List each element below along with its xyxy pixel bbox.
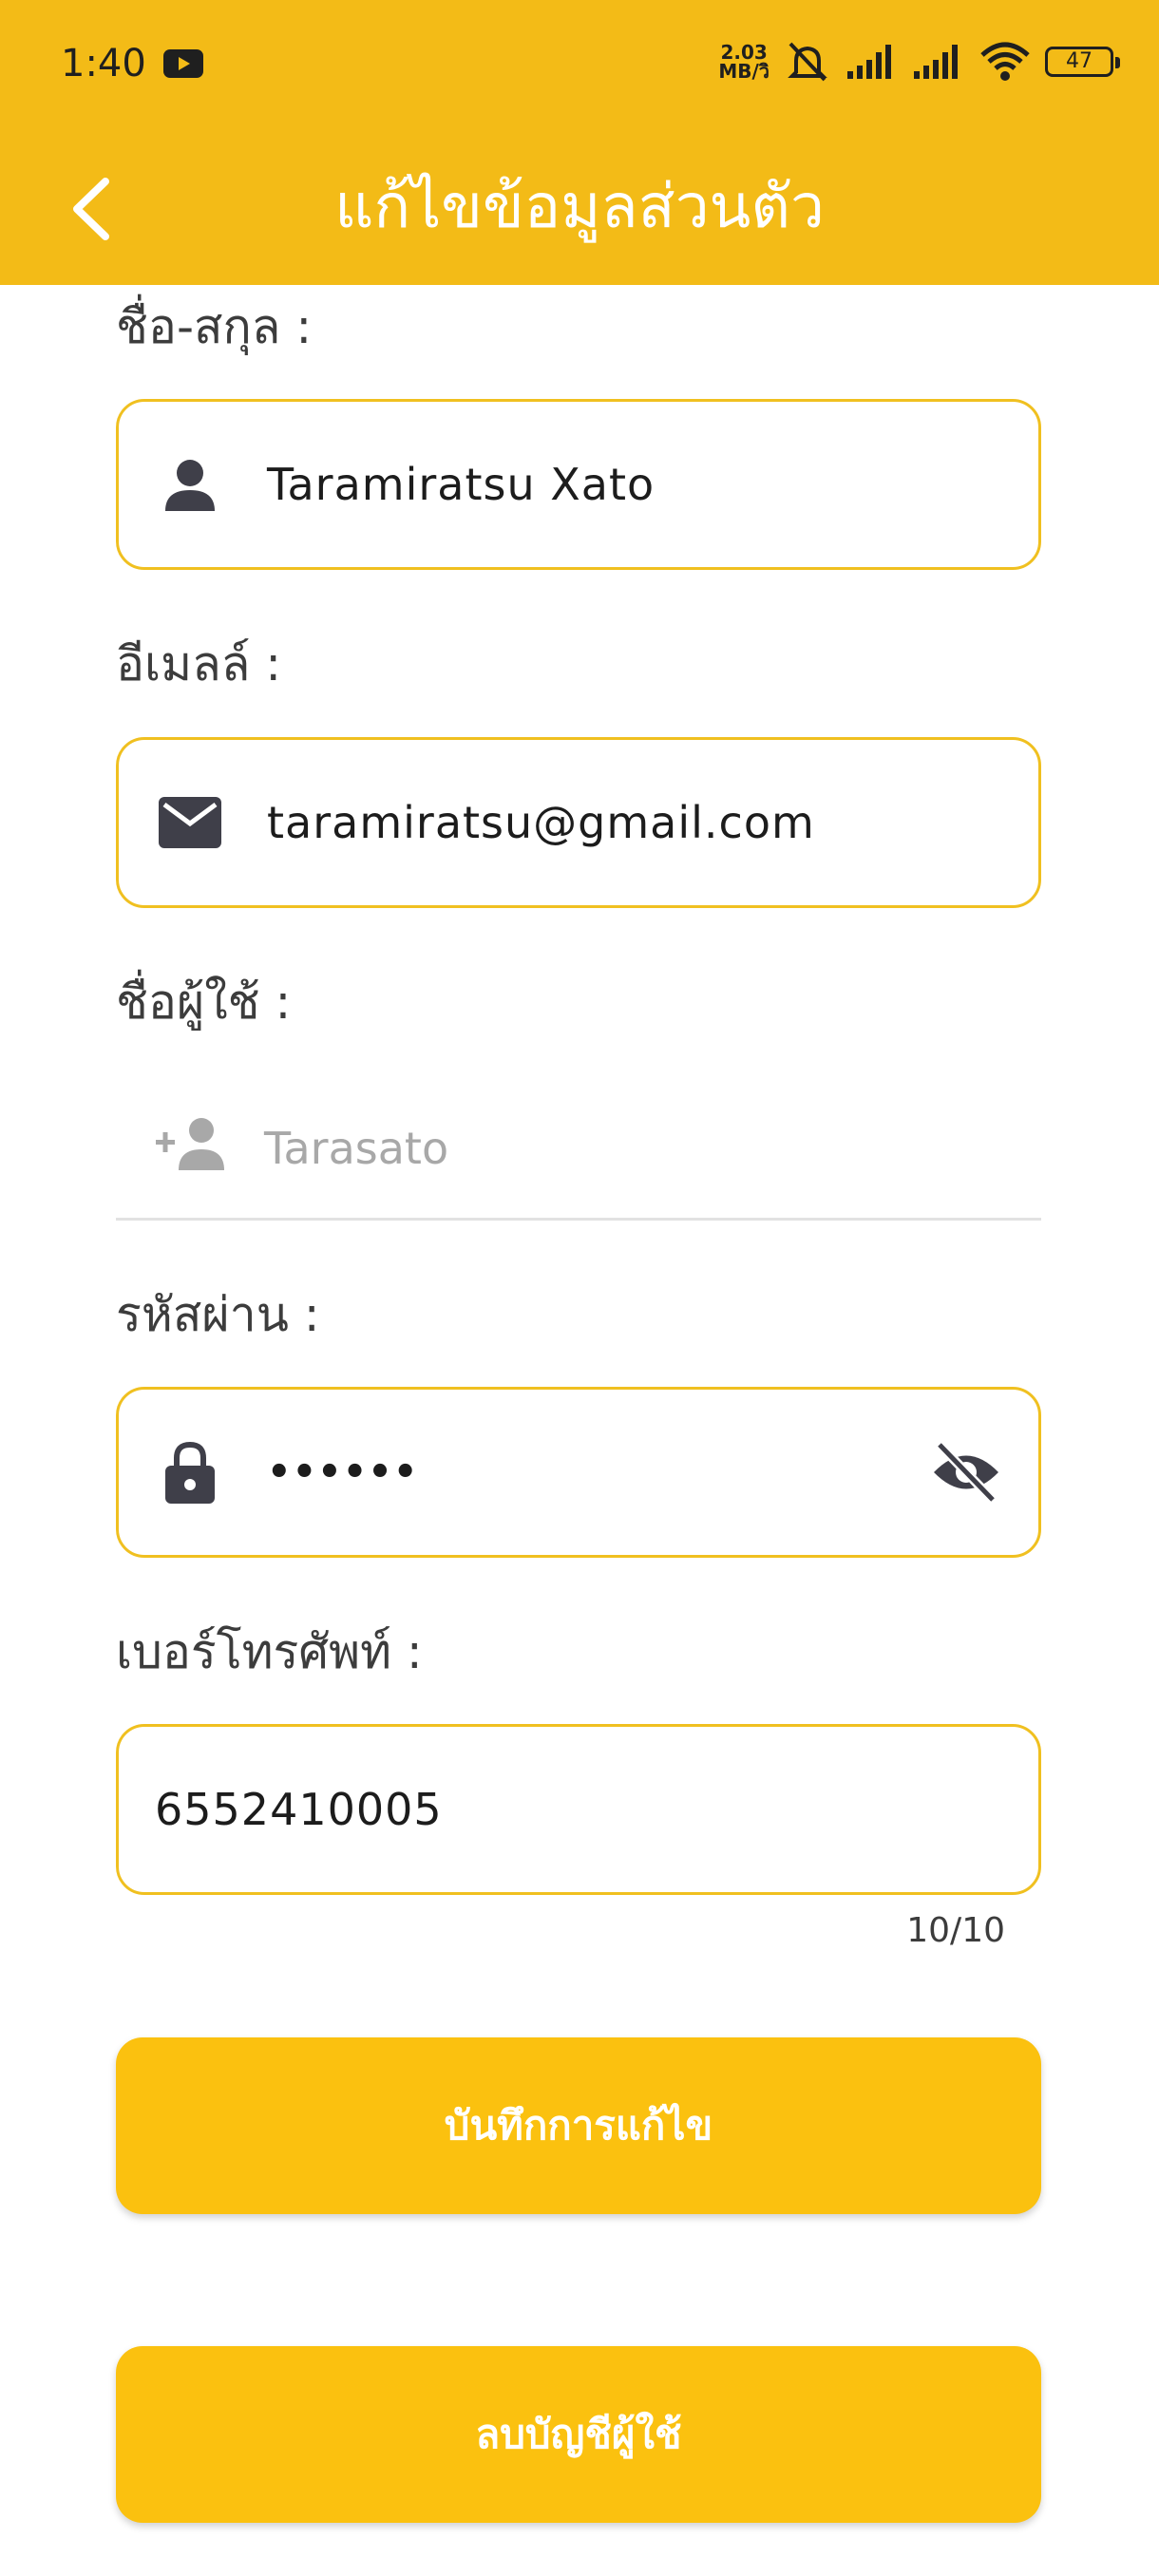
phone-value: 6552410005 — [155, 1784, 443, 1835]
lock-icon — [157, 1439, 223, 1506]
password-value: •••••• — [267, 1450, 419, 1494]
add-person-icon — [154, 1115, 230, 1182]
username-field[interactable]: Tarasato — [116, 1078, 1041, 1221]
password-label: รหัสผ่าน : — [116, 1287, 320, 1342]
phone-char-counter: 10/10 — [906, 1911, 1005, 1950]
username-value: Tarasato — [264, 1122, 449, 1174]
email-field[interactable]: taramiratsu@gmail.com — [116, 737, 1041, 908]
signal-icon-1 — [847, 45, 891, 79]
app-bar: แก้ไขข้อมูลส่วนตัว — [0, 133, 1159, 285]
name-field[interactable]: Taramiratsu Xato — [116, 399, 1041, 570]
name-value: Taramiratsu Xato — [267, 459, 656, 510]
wifi-icon — [980, 42, 1030, 81]
status-bar: 1:40 2.03 MB/วิ 47 — [0, 0, 1159, 133]
person-icon — [157, 451, 223, 518]
youtube-notification-icon — [163, 49, 203, 78]
signal-icon-2 — [914, 45, 958, 79]
email-label: อีเมลล์ : — [116, 636, 282, 691]
username-label: ชื่อผู้ใช้ : — [116, 975, 292, 1030]
save-button[interactable]: บันทึกการแก้ไข — [116, 2037, 1041, 2214]
toggle-visibility-eye-off-icon[interactable] — [928, 1439, 1004, 1506]
mail-icon — [157, 789, 223, 856]
battery-indicator: 47 — [1045, 47, 1120, 77]
password-field[interactable]: •••••• — [116, 1387, 1041, 1558]
page-title: แก้ไขข้อมูลส่วนตัว — [334, 172, 825, 242]
email-value: taramiratsu@gmail.com — [267, 797, 815, 848]
status-time: 1:40 — [61, 42, 146, 85]
name-label: ชื่อ-สกุล : — [116, 299, 313, 354]
phone-label: เบอร์โทรศัพท์ : — [116, 1624, 423, 1679]
network-speed: 2.03 MB/วิ — [718, 41, 770, 83]
status-icons: 2.03 MB/วิ 47 — [718, 38, 1120, 85]
mute-icon — [788, 42, 827, 82]
delete-account-button[interactable]: ลบบัญชีผู้ใช้ — [116, 2346, 1041, 2523]
phone-field[interactable]: 6552410005 — [116, 1724, 1041, 1895]
